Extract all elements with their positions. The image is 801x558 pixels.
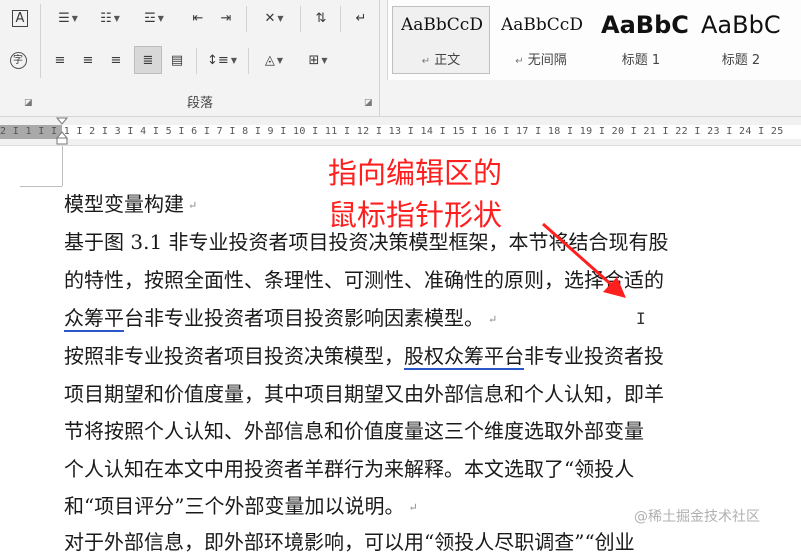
ibeam-cursor-icon: I xyxy=(636,309,646,328)
decrease-indent-icon[interactable]: ⇤ xyxy=(186,6,210,30)
doc-line: 项目期望和价值度量，其中项目期望又由外部信息和个人认知，即羊 xyxy=(64,382,664,406)
style-sample: AaBbC xyxy=(701,11,781,39)
shading-icon[interactable]: ◬ ▼ xyxy=(254,48,294,72)
style-sample: AaBbCcD xyxy=(501,15,583,35)
multilevel-list-icon[interactable]: ☲ ▼ xyxy=(134,6,174,30)
align-right-icon[interactable]: ≡ xyxy=(104,48,128,72)
bullets-icon[interactable]: ☰ ▼ xyxy=(48,6,88,30)
char-border-icon[interactable]: A xyxy=(8,6,32,30)
justify-icon[interactable]: ≣ xyxy=(134,46,162,74)
separator xyxy=(40,4,41,78)
doc-line: 众筹平台非专业投资者项目投资影响因素模型。 ↵ xyxy=(64,306,498,330)
enclose-char-icon[interactable]: 字 xyxy=(6,48,30,72)
doc-heading: 模型变量构建 ↵ xyxy=(64,192,198,216)
horizontal-ruler[interactable]: 2 I 1 I I 1 I 2 I 3 I 4 I 5 I 6 I 7 I 8 … xyxy=(0,117,801,146)
style-heading-1[interactable]: AaBbC 标题 1 xyxy=(592,6,690,74)
style-name: 标题 1 xyxy=(621,53,661,68)
sort-icon[interactable]: ⇅ xyxy=(308,6,334,30)
separator xyxy=(340,6,341,32)
style-heading-2[interactable]: AaBbC 标题 2 xyxy=(692,6,790,74)
distributed-icon[interactable]: ▤ xyxy=(164,48,190,72)
chinese-layout-icon[interactable]: ✕ ▼ xyxy=(254,6,294,30)
center-icon[interactable]: ≡ xyxy=(76,48,100,72)
separator xyxy=(246,6,247,32)
style-name: 标题 2 xyxy=(721,53,761,68)
doc-line: 和“项目评分”三个外部变量加以说明。 ↵ xyxy=(64,494,418,518)
doc-line: 的特性，按照全面性、条理性、可测性、准确性的原则，选择合适的 xyxy=(64,268,664,292)
style-sample: AaBbCcD xyxy=(401,15,483,35)
line-spacing-icon[interactable]: ↕≡ ▼ xyxy=(202,48,242,72)
paragraph-group-label: 段落 xyxy=(186,96,213,111)
separator xyxy=(248,48,249,74)
styles-gallery: AaBbCcD ↵ 正文 AaBbCcD ↵ 无间隔 AaBbC 标题 1 Aa… xyxy=(387,0,801,80)
style-no-spacing[interactable]: AaBbCcD ↵ 无间隔 xyxy=(492,6,590,74)
paragraph-mark: ↵ xyxy=(408,500,418,514)
font-dialog-launcher-icon[interactable]: ◪ xyxy=(24,98,34,108)
show-marks-icon[interactable]: ↵ xyxy=(348,6,374,30)
doc-line: 对于外部信息，即外部环境影响，可以用“领投人尽职调查”“创业 xyxy=(64,530,635,554)
style-sample: AaBbC xyxy=(601,11,689,39)
borders-icon[interactable]: ⊞ ▼ xyxy=(298,48,338,72)
style-normal[interactable]: AaBbCcD ↵ 正文 xyxy=(392,6,490,74)
increase-indent-icon[interactable]: ⇥ xyxy=(214,6,238,30)
paragraph-mark: ↵ xyxy=(188,198,198,212)
page-corner-mark xyxy=(20,186,62,187)
align-left-icon[interactable]: ≡ xyxy=(48,48,72,72)
separator xyxy=(300,6,301,32)
annotation-text: 指向编辑区的 鼠标指针形状 xyxy=(328,156,503,232)
numbering-icon[interactable]: ☷ ▼ xyxy=(90,6,130,30)
doc-line: 个人认知在本文中用投资者羊群行为来解释。本文选取了“领投人 xyxy=(64,457,635,481)
indent-marker-icon[interactable] xyxy=(56,117,68,145)
spellcheck-underlined-text: 众筹平 xyxy=(64,306,124,330)
paragraph-dialog-launcher-icon[interactable]: ◪ xyxy=(364,98,374,108)
style-name: ↵ 无间隔 xyxy=(515,53,567,68)
doc-line: 按照非专业投资者项目投资决策模型，股权众筹平台非专业投资者投 xyxy=(64,344,664,368)
ruler-ticks: 2 I 1 I I 1 I 2 I 3 I 4 I 5 I 6 I 7 I 8 … xyxy=(0,126,784,137)
watermark: @稀土掘金技术社区 xyxy=(634,509,760,525)
style-name: ↵ 正文 xyxy=(421,53,461,68)
separator xyxy=(379,0,380,116)
paragraph-mark: ↵ xyxy=(488,312,498,326)
spellcheck-underlined-text: 股权众筹平台 xyxy=(404,344,524,368)
doc-line: 节将按照个人认知、外部信息和价值度量这三个维度选取外部变量 xyxy=(64,419,644,443)
separator xyxy=(196,48,197,74)
ribbon: A ☰ ▼ ☷ ▼ ☲ ▼ ⇤ ⇥ ✕ ▼ ⇅ ↵ 字 ≡ ≡ ≡ ≣ ▤ ↕≡ ▼ ◬ ▼… xyxy=(0,0,801,117)
page-corner-mark xyxy=(62,146,63,186)
